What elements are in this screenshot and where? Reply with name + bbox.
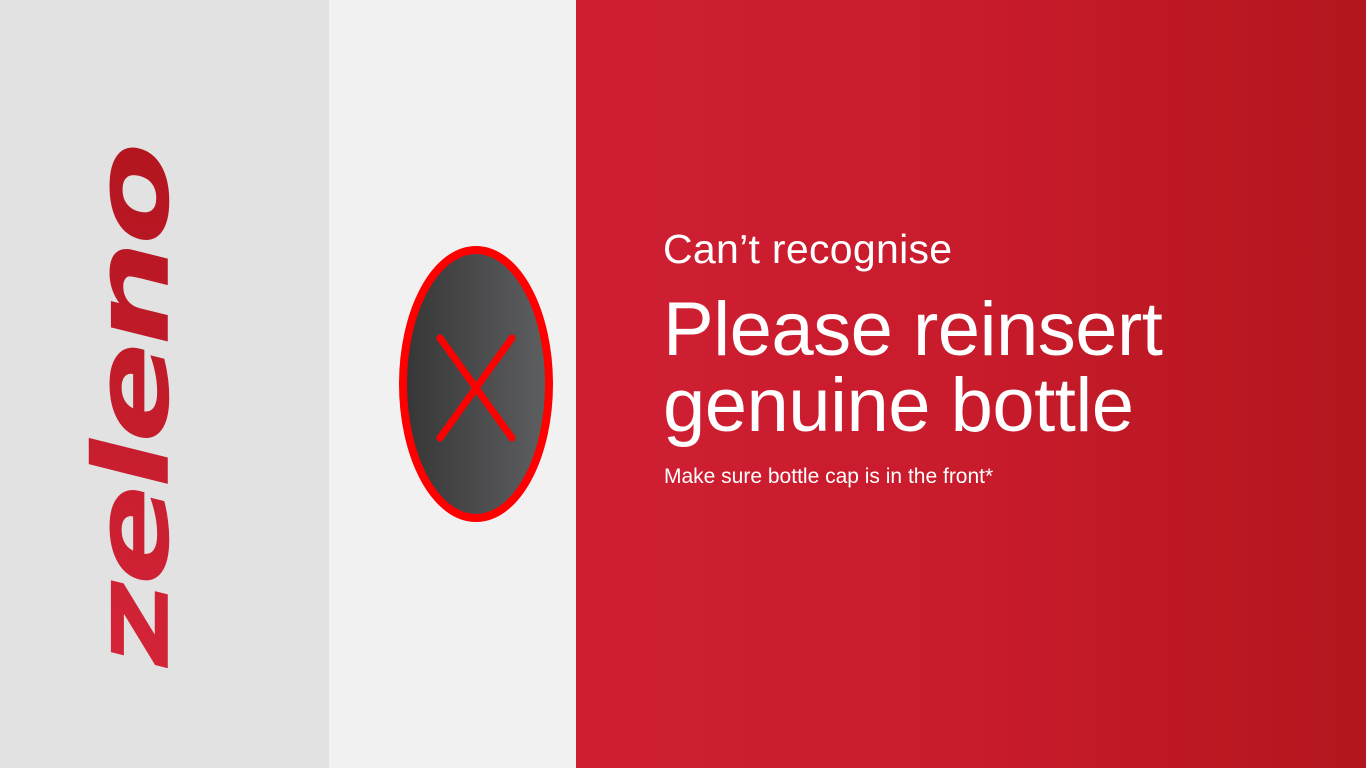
error-screen: zeleno Can’t recognise Please reinsert g… bbox=[0, 0, 1366, 768]
error-title: Can’t recognise bbox=[663, 226, 953, 272]
error-hint: Make sure bottle cap is in the front* bbox=[664, 465, 994, 488]
zeleno-logo: zeleno bbox=[82, 131, 182, 681]
brand-wordmark: zeleno bbox=[82, 131, 182, 681]
rejected-bottle-cap-icon bbox=[399, 246, 553, 522]
brand-panel: zeleno bbox=[0, 0, 329, 768]
error-message-line-1: Please reinsert bbox=[663, 287, 1163, 372]
error-message: Please reinsert genuine bottle bbox=[663, 287, 1163, 448]
error-message-line-2: genuine bottle bbox=[663, 363, 1134, 448]
